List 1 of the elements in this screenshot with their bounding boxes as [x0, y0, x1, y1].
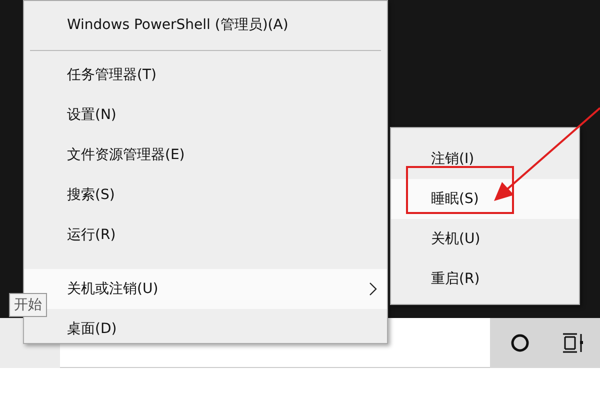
- tooltip: 开始: [9, 293, 47, 317]
